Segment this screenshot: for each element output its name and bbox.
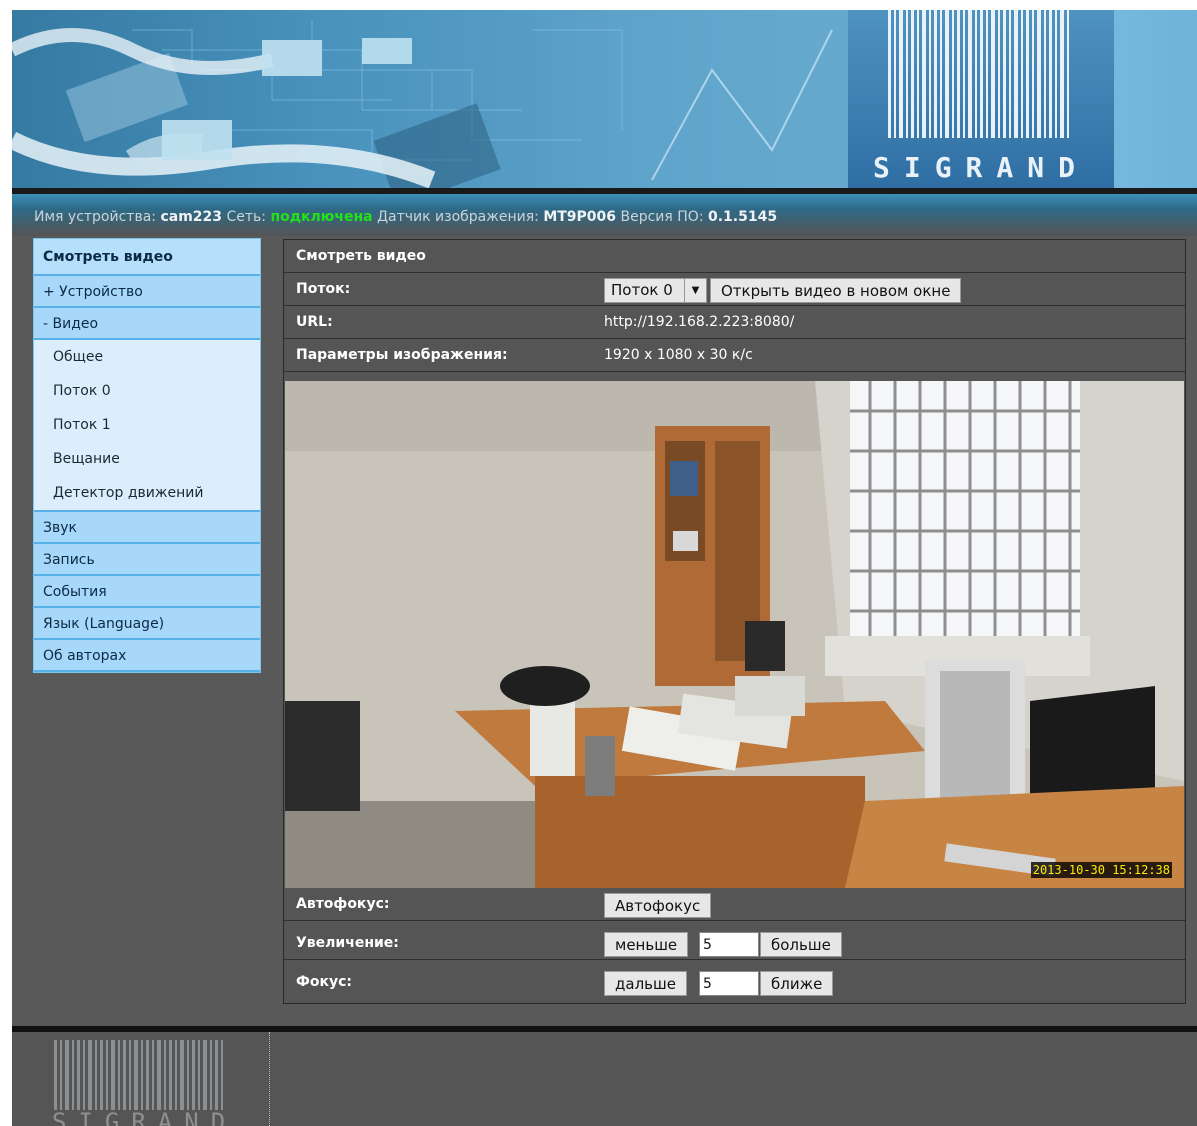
- video-submenu: Общее Поток 0 Поток 1 Вещание Детектор д…: [34, 340, 260, 512]
- sub-item-general[interactable]: Общее: [34, 340, 260, 374]
- header-banner: SIGRAND: [12, 10, 1197, 188]
- chevron-down-icon[interactable]: ▼: [684, 279, 706, 302]
- sub-item-motion-detector[interactable]: Детектор движений: [34, 476, 260, 510]
- nav-item-about[interactable]: Об авторах: [34, 640, 260, 672]
- sub-item-stream-1[interactable]: Поток 1: [34, 408, 260, 442]
- image-params-value: 1920 x 1080 x 30 к/с: [604, 347, 753, 363]
- device-label: Имя устройства:: [34, 209, 156, 225]
- barcode-icon: [888, 10, 1069, 138]
- network-label: Сеть:: [226, 209, 266, 225]
- main-panel: Смотреть видео Поток: Поток 0 ▼ Открыть …: [283, 239, 1186, 1004]
- sigrand-logo: SIGRAND: [848, 10, 1114, 188]
- focus-near-button[interactable]: ближе: [760, 971, 834, 996]
- nav-item-language[interactable]: Язык (Language): [34, 608, 260, 640]
- focus-far-button[interactable]: дальше: [604, 971, 687, 996]
- zoom-label: Увеличение:: [296, 935, 399, 951]
- image-params-label: Параметры изображения:: [296, 347, 508, 363]
- open-new-window-button[interactable]: Открыть видео в новом окне: [710, 278, 962, 303]
- autofocus-label: Автофокус:: [296, 896, 390, 912]
- footer-logo-text: SIGRAND: [52, 1108, 238, 1126]
- zoom-row: Увеличение: меньше больше: [284, 927, 1185, 960]
- nav-item-watch-video[interactable]: Смотреть видео: [34, 239, 260, 276]
- nav-item-events[interactable]: События: [34, 576, 260, 608]
- url-value: http://192.168.2.223:8080/: [604, 314, 795, 330]
- page-title: Смотреть видео: [296, 248, 426, 264]
- stream-row: Поток: Поток 0 ▼ Открыть видео в новом о…: [284, 273, 1185, 306]
- nav-item-sound[interactable]: Звук: [34, 512, 260, 544]
- autofocus-row: Автофокус: Автофокус: [284, 888, 1185, 921]
- status-bar: Имя устройства: cam223 Сеть: подключена …: [12, 194, 1197, 236]
- barcode-icon: [54, 1040, 223, 1110]
- sensor-value: MT9P006: [543, 209, 617, 225]
- url-row: URL: http://192.168.2.223:8080/: [284, 306, 1185, 339]
- focus-step-input[interactable]: [699, 971, 759, 996]
- url-label: URL:: [296, 314, 333, 330]
- stream-select[interactable]: Поток 0 ▼: [604, 278, 707, 303]
- zoom-step-input[interactable]: [699, 932, 759, 957]
- version-value: 0.1.5145: [708, 209, 778, 225]
- sidebar-nav: Смотреть видео + Устройство - Видео Обще…: [33, 238, 261, 673]
- nav-item-recording[interactable]: Запись: [34, 544, 260, 576]
- version-label: Версия ПО:: [620, 209, 704, 225]
- image-params-row: Параметры изображения: 1920 x 1080 x 30 …: [284, 339, 1185, 372]
- stream-select-value: Поток 0: [611, 281, 673, 299]
- video-view[interactable]: 2013-10-30 15:12:38: [285, 381, 1184, 888]
- zoom-out-button[interactable]: меньше: [604, 932, 689, 957]
- zoom-in-button[interactable]: больше: [760, 932, 842, 957]
- sub-item-broadcast[interactable]: Вещание: [34, 442, 260, 476]
- status-text: Имя устройства: cam223 Сеть: подключена …: [34, 209, 777, 225]
- footer: SIGRAND: [12, 1032, 1197, 1126]
- footer-separator: [269, 1032, 270, 1126]
- video-frame-image: [285, 381, 1184, 888]
- logo-text: SIGRAND: [872, 151, 1089, 184]
- autofocus-button[interactable]: Автофокус: [604, 893, 712, 918]
- video-timestamp: 2013-10-30 15:12:38: [1030, 862, 1172, 878]
- focus-label: Фокус:: [296, 974, 353, 990]
- nav-item-device[interactable]: + Устройство: [34, 276, 260, 308]
- page-frame: SIGRAND Имя устройства: cam223 Сеть: под…: [12, 10, 1197, 1126]
- device-name: cam223: [160, 209, 223, 225]
- panel-title-row: Смотреть видео: [284, 240, 1185, 273]
- footer-logo: SIGRAND: [52, 1040, 227, 1126]
- focus-row: Фокус: дальше ближе: [284, 966, 1185, 999]
- stream-label: Поток:: [296, 281, 351, 297]
- sensor-label: Датчик изображения:: [377, 209, 539, 225]
- network-status: подключена: [270, 209, 373, 225]
- nav-item-video[interactable]: - Видео: [34, 308, 260, 340]
- sub-item-stream-0[interactable]: Поток 0: [34, 374, 260, 408]
